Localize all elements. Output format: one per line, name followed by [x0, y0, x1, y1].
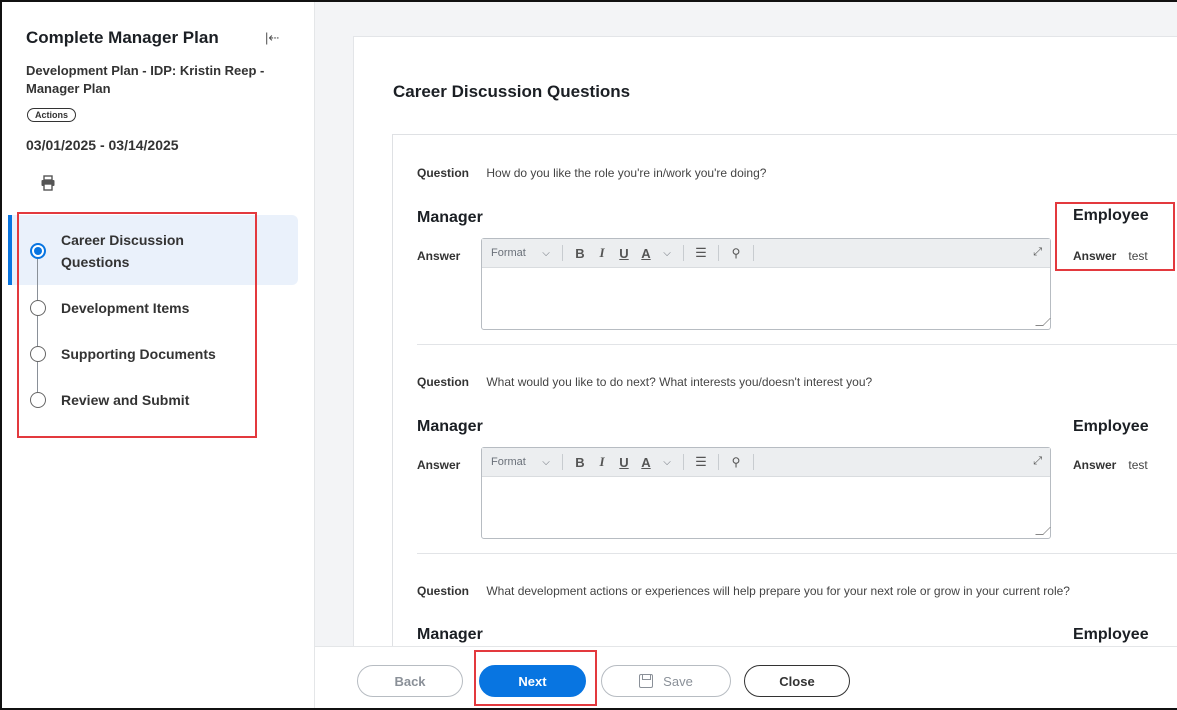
toolbar-divider	[683, 245, 684, 261]
save-button[interactable]: Save	[601, 665, 731, 697]
toolbar-divider	[753, 245, 754, 261]
manager-answer-editor[interactable]: Format ⌵ B I U A ⌵ ☰ ⚲ ⤢	[481, 447, 1051, 539]
question-divider	[417, 344, 1177, 345]
question-row: Question What would you like to do next?…	[417, 375, 872, 389]
active-step-bar	[8, 215, 12, 285]
question-row: Question How do you like the role you're…	[417, 166, 766, 180]
link-icon[interactable]: ⚲	[725, 239, 747, 268]
question-label: Question	[417, 166, 470, 180]
employee-answer-highlight-box	[1055, 202, 1175, 271]
answer-label: Answer	[417, 458, 461, 472]
format-dropdown[interactable]: Format	[491, 448, 536, 477]
toolbar-divider	[718, 454, 719, 470]
question-text: What would you like to do next? What int…	[486, 375, 873, 389]
footer-action-bar: Back Next Save Close	[315, 646, 1177, 708]
actions-button[interactable]: Actions	[27, 108, 77, 122]
question-text: How do you like the role you're in/work …	[486, 166, 767, 180]
editor-toolbar: Format ⌵ B I U A ⌵ ☰ ⚲ ⤢	[482, 239, 1050, 268]
chevron-down-icon[interactable]: ⌵	[536, 239, 556, 268]
format-dropdown[interactable]: Format	[491, 239, 536, 268]
save-icon	[639, 674, 654, 688]
print-icon[interactable]	[40, 175, 56, 191]
employee-heading: Employee	[1073, 418, 1149, 435]
manager-heading: Manager	[417, 209, 483, 226]
content-card: Career Discussion Questions Question How…	[353, 36, 1177, 654]
chevron-down-icon[interactable]: ⌵	[657, 239, 677, 268]
back-button[interactable]: Back	[357, 665, 463, 697]
toolbar-divider	[562, 454, 563, 470]
resize-handle-icon[interactable]	[1035, 527, 1051, 535]
save-label: Save	[663, 673, 693, 689]
bold-button[interactable]: B	[569, 448, 591, 477]
employee-heading: Employee	[1073, 626, 1149, 643]
toolbar-divider	[562, 245, 563, 261]
underline-button[interactable]: U	[613, 448, 635, 477]
plan-dates: 03/01/2025 - 03/14/2025	[26, 137, 179, 153]
main-area: Career Discussion Questions Question How…	[315, 2, 1177, 708]
steps-highlight-box	[17, 212, 257, 438]
font-color-button[interactable]: A	[635, 239, 657, 268]
expand-icon[interactable]: ⤢	[1033, 246, 1042, 259]
answer-label: Answer	[1073, 458, 1117, 472]
close-button[interactable]: Close	[744, 665, 850, 697]
expand-icon[interactable]: ⤢	[1033, 455, 1042, 468]
toolbar-divider	[683, 454, 684, 470]
sidebar-title: Complete Manager Plan	[26, 28, 219, 47]
resize-handle-icon[interactable]	[1035, 318, 1051, 326]
manager-heading: Manager	[417, 418, 483, 435]
bulleted-list-icon[interactable]: ☰	[690, 448, 712, 477]
question-label: Question	[417, 584, 470, 598]
bold-button[interactable]: B	[569, 239, 591, 268]
plan-subtitle: Development Plan - IDP: Kristin Reep - M…	[26, 63, 265, 96]
manager-answer-editor[interactable]: Format ⌵ B I U A ⌵ ☰ ⚲ ⤢	[481, 238, 1051, 330]
question-row: Question What development actions or exp…	[417, 584, 1070, 598]
manager-heading: Manager	[417, 626, 483, 643]
chevron-down-icon[interactable]: ⌵	[657, 448, 677, 477]
underline-button[interactable]: U	[613, 239, 635, 268]
answer-label: Answer	[417, 249, 461, 263]
italic-button[interactable]: I	[591, 448, 613, 477]
employee-answer: Answer test	[1073, 458, 1148, 472]
section-title: Career Discussion Questions	[393, 82, 631, 101]
link-icon[interactable]: ⚲	[725, 448, 747, 477]
chevron-down-icon[interactable]: ⌵	[536, 448, 556, 477]
question-label: Question	[417, 375, 470, 389]
question-text: What development actions or experiences …	[486, 584, 1070, 598]
bulleted-list-icon[interactable]: ☰	[690, 239, 712, 268]
toolbar-divider	[753, 454, 754, 470]
next-highlight-box	[474, 650, 597, 706]
toolbar-divider	[718, 245, 719, 261]
collapse-sidebar-icon[interactable]: |⇠	[265, 30, 279, 46]
italic-button[interactable]: I	[591, 239, 613, 268]
question-divider	[417, 553, 1177, 554]
font-color-button[interactable]: A	[635, 448, 657, 477]
editor-toolbar: Format ⌵ B I U A ⌵ ☰ ⚲ ⤢	[482, 448, 1050, 477]
employee-answer-text: test	[1128, 458, 1148, 472]
